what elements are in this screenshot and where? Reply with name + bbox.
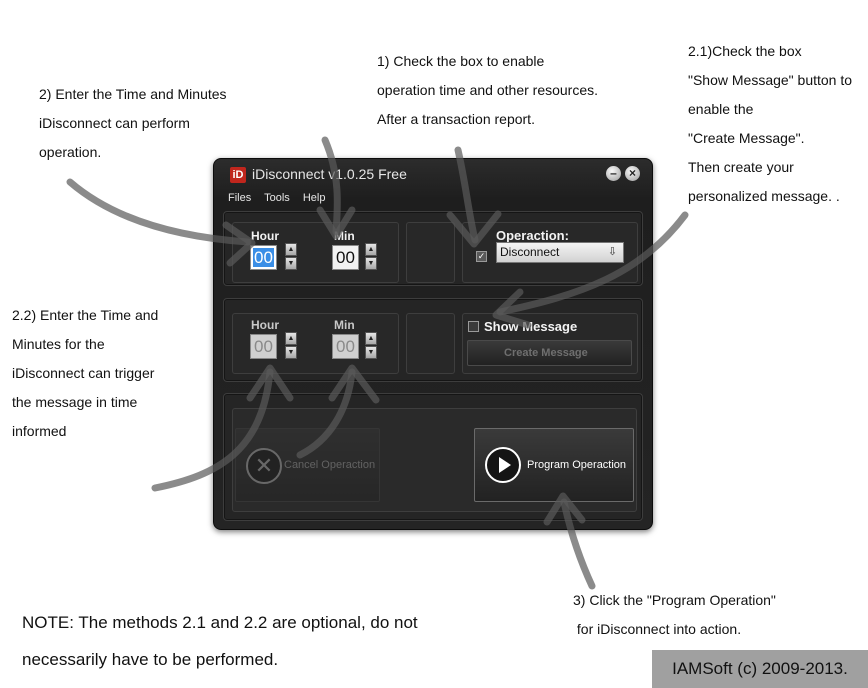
min-label: Min [334, 318, 355, 332]
annotation-line: operation time and other resources. [377, 82, 599, 98]
create-message-label: Create Message [504, 347, 588, 359]
annotation-step2: 2) Enter the Time and Minutes iDisconnec… [39, 80, 227, 167]
annotation-line: After a transaction report. [377, 111, 535, 127]
annotation-line: for iDisconnect into action. [573, 621, 742, 637]
annotation-line: "Show Message" button to [688, 72, 853, 88]
operation-spacer-box [406, 222, 455, 283]
hour-label: Hour [251, 318, 279, 332]
cancel-operation-label: Cancel Operaction [284, 459, 376, 471]
operation-panel: Hour 00 ▲ ▼ Min 00 ▲ ▼ ✓ Operaction: Disco… [223, 211, 643, 286]
message-hour-stepper[interactable]: ▲ ▼ [285, 332, 297, 360]
stepper-down-icon[interactable]: ▼ [285, 346, 297, 359]
stepper-up-icon[interactable]: ▲ [285, 243, 297, 256]
annotation-line: 2.2) Enter the Time and [12, 307, 159, 323]
min-label: Min [334, 229, 355, 243]
operation-hour-input[interactable]: 00 [250, 245, 277, 270]
annotation-step1: 1) Check the box to enable operation tim… [377, 47, 598, 134]
annotation-line: the message in time [12, 394, 138, 410]
message-options-box: Show Message Create Message [462, 313, 638, 374]
operation-time-box: Hour 00 ▲ ▼ Min 00 ▲ ▼ [232, 222, 399, 283]
annotation-line: Minutes for the [12, 336, 105, 352]
show-message-checkbox[interactable] [468, 321, 479, 332]
play-circle-icon [485, 447, 521, 483]
annotation-line: 3) Click the "Program Operation" [573, 592, 776, 608]
message-spacer-box [406, 313, 455, 374]
stepper-down-icon[interactable]: ▼ [365, 257, 377, 270]
operation-enable-checkbox[interactable]: ✓ [476, 251, 487, 262]
operation-min-stepper[interactable]: ▲ ▼ [365, 243, 377, 271]
annotation-line: iDisconnect can trigger [12, 365, 155, 381]
stepper-up-icon[interactable]: ▲ [365, 332, 377, 345]
close-button[interactable]: × [625, 166, 640, 181]
dropdown-arrow-icon: ⇩ [607, 246, 618, 258]
stepper-up-icon[interactable]: ▲ [285, 332, 297, 345]
show-message-label[interactable]: Show Message [484, 319, 577, 334]
operation-label: Operaction: [496, 228, 569, 243]
app-window: iD iDisconnect v1.0.25 Free – × Files To… [213, 158, 653, 530]
hour-label: Hour [251, 229, 279, 243]
stepper-up-icon[interactable]: ▲ [365, 243, 377, 256]
program-operation-button[interactable]: Program Operaction [474, 428, 634, 502]
app-logo-icon: iD [230, 167, 246, 183]
message-min-input[interactable]: 00 [332, 334, 359, 359]
operation-select-value: Disconnect [500, 245, 560, 259]
create-message-button[interactable]: Create Message [467, 340, 632, 366]
minimize-button[interactable]: – [606, 166, 621, 181]
annotation-line: "Create Message". [688, 130, 805, 146]
annotation-step22: 2.2) Enter the Time and Minutes for the … [12, 301, 158, 446]
message-panel: Hour 00 ▲ ▼ Min 00 ▲ ▼ Show Message Create… [223, 298, 643, 382]
menu-files[interactable]: Files [228, 192, 251, 204]
stepper-down-icon[interactable]: ▼ [365, 346, 377, 359]
title-bar[interactable]: iD iDisconnect v1.0.25 Free – × [214, 159, 652, 189]
program-operation-label: Program Operaction [527, 459, 627, 471]
annotation-line: NOTE: The methods 2.1 and 2.2 are option… [22, 613, 418, 632]
cancel-x-circle-icon: ✕ [246, 448, 282, 484]
message-time-box: Hour 00 ▲ ▼ Min 00 ▲ ▼ [232, 313, 399, 374]
operation-hour-stepper[interactable]: ▲ ▼ [285, 243, 297, 271]
annotation-line: necessarily have to be performed. [22, 650, 279, 669]
annotation-line: informed [12, 423, 67, 439]
annotation-step3: 3) Click the "Program Operation" for iDi… [573, 586, 776, 644]
operation-min-input[interactable]: 00 [332, 245, 359, 270]
annotation-line: 2) Enter the Time and Minutes [39, 86, 227, 102]
menu-tools[interactable]: Tools [264, 192, 290, 204]
operation-hour-value: 00 [253, 248, 274, 267]
menu-bar: Files Tools Help [228, 192, 335, 204]
menu-help[interactable]: Help [303, 192, 326, 204]
annotation-line: iDisconnect can perform [39, 115, 190, 131]
annotation-line: Then create your [688, 159, 794, 175]
annotation-line: operation. [39, 144, 102, 160]
annotation-line: 1) Check the box to enable [377, 53, 545, 69]
operation-select[interactable]: Disconnect ⇩ [496, 242, 624, 263]
annotation-line: personalized message. . [688, 188, 840, 204]
annotation-note: NOTE: The methods 2.1 and 2.2 are option… [22, 604, 418, 678]
copyright-badge: IAMSoft (c) 2009-2013. [652, 650, 868, 688]
stepper-down-icon[interactable]: ▼ [285, 257, 297, 270]
window-title: iDisconnect v1.0.25 Free [252, 166, 407, 182]
cancel-operation-button[interactable]: ✕ Cancel Operaction [235, 428, 380, 502]
message-min-stepper[interactable]: ▲ ▼ [365, 332, 377, 360]
annotation-line: enable the [688, 101, 754, 117]
annotation-step21: 2.1)Check the box "Show Message" button … [688, 37, 852, 211]
operation-type-box: ✓ Operaction: Disconnect ⇩ [462, 222, 638, 283]
actions-panel: ✕ Cancel Operaction Program Operaction [223, 393, 643, 521]
annotation-line: 2.1)Check the box [688, 43, 802, 59]
message-hour-input[interactable]: 00 [250, 334, 277, 359]
